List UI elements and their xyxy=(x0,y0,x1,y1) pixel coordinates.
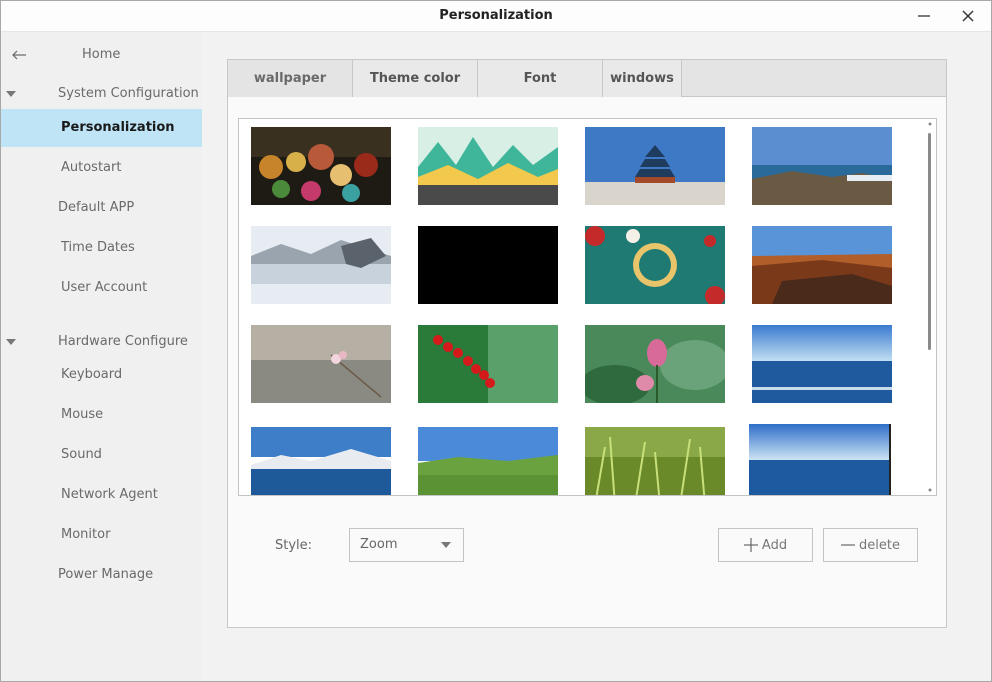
sidebar-group-label: System Configuration xyxy=(58,86,199,101)
sidebar-item-label: Personalization xyxy=(61,120,175,135)
sidebar-group-system[interactable]: System Configuration xyxy=(1,75,202,113)
tab-bar: wallpaper Theme color Font windows xyxy=(228,60,946,97)
minimize-icon xyxy=(918,15,930,17)
wallpaper-thumb-green-hills[interactable] xyxy=(418,127,558,205)
wallpaper-thumb-black[interactable] xyxy=(418,226,558,304)
back-arrow-icon[interactable] xyxy=(11,49,27,61)
sidebar-item-label: Monitor xyxy=(61,527,111,542)
sidebar-item-keyboard[interactable]: Keyboard xyxy=(1,356,202,394)
sidebar-item-label: Autostart xyxy=(61,160,122,175)
wallpaper-thumb-rocky-coast[interactable] xyxy=(752,127,892,205)
sidebar-item-personalization[interactable]: Personalization xyxy=(1,109,202,147)
title-bar: Personalization xyxy=(1,1,991,32)
gallery-scrollbar[interactable] xyxy=(926,121,934,493)
close-icon xyxy=(962,10,974,22)
sidebar-item-label: Network Agent xyxy=(61,487,158,502)
tab-font[interactable]: Font xyxy=(478,60,603,97)
sidebar-item-label: Time Dates xyxy=(61,240,135,255)
sidebar-home[interactable]: Home xyxy=(1,36,202,74)
tab-wallpaper[interactable]: wallpaper xyxy=(228,60,353,97)
delete-button-label: delete xyxy=(859,537,900,553)
wallpaper-thumb-lanterns[interactable] xyxy=(251,127,391,205)
scroll-thumb[interactable] xyxy=(928,133,931,350)
sidebar-item-label: Keyboard xyxy=(61,367,123,382)
collapse-triangle-icon xyxy=(6,91,16,97)
chevron-down-icon xyxy=(441,542,451,548)
wallpaper-thumb-blue-sea[interactable] xyxy=(749,424,891,495)
wallpaper-thumb-meadow[interactable] xyxy=(418,427,558,495)
wallpaper-thumb-blossom[interactable] xyxy=(251,325,391,403)
sidebar-item-power-manage[interactable]: Power Manage xyxy=(1,556,202,594)
personalization-window: Personalization Home System Configuratio… xyxy=(0,0,992,682)
delete-button[interactable]: delete xyxy=(823,528,918,562)
wallpaper-thumb-lotus[interactable] xyxy=(585,325,725,403)
style-label: Style: xyxy=(275,538,313,553)
sidebar-item-time-dates[interactable]: Time Dates xyxy=(1,229,202,267)
sidebar: Home System Configuration Personalizatio… xyxy=(1,32,202,681)
personalization-panel: wallpaper Theme color Font windows Style… xyxy=(227,59,947,628)
wallpaper-thumb-ocean-horizon[interactable] xyxy=(752,325,892,403)
sidebar-item-user-account[interactable]: User Account xyxy=(1,269,202,307)
sidebar-item-autostart[interactable]: Autostart xyxy=(1,149,202,187)
tab-windows[interactable]: windows xyxy=(603,60,682,97)
sidebar-item-mouse[interactable]: Mouse xyxy=(1,396,202,434)
add-button-label: Add xyxy=(761,537,788,553)
tab-theme-color[interactable]: Theme color xyxy=(353,60,478,97)
wallpaper-thumb-grass[interactable] xyxy=(585,427,725,495)
scroll-up-icon xyxy=(928,122,932,126)
content-area: wallpaper Theme color Font windows Style… xyxy=(202,32,991,681)
wallpaper-thumb-mountain-lake[interactable] xyxy=(251,427,391,495)
plus-icon xyxy=(743,538,758,552)
sidebar-item-label: User Account xyxy=(61,280,148,295)
sidebar-item-network-agent[interactable]: Network Agent xyxy=(1,476,202,514)
wallpaper-thumb-new-year[interactable] xyxy=(585,226,725,304)
style-dropdown[interactable]: Zoom xyxy=(349,528,464,562)
wallpaper-thumb-canyon[interactable] xyxy=(752,226,892,304)
style-dropdown-value: Zoom xyxy=(360,537,398,552)
minus-icon xyxy=(841,544,856,546)
wallpaper-thumb-temple[interactable] xyxy=(585,127,725,205)
sidebar-item-monitor[interactable]: Monitor xyxy=(1,516,202,554)
close-button[interactable] xyxy=(955,4,981,28)
sidebar-item-default-app[interactable]: Default APP xyxy=(1,189,202,227)
sidebar-item-sound[interactable]: Sound xyxy=(1,436,202,474)
wallpaper-thumb-berries[interactable] xyxy=(418,325,558,403)
collapse-triangle-icon xyxy=(6,339,16,345)
wallpaper-gallery xyxy=(238,118,937,496)
sidebar-home-label: Home xyxy=(82,47,121,62)
window-title: Personalization xyxy=(439,8,553,23)
wallpaper-thumb-snowy-lake[interactable] xyxy=(251,226,391,304)
minimize-button[interactable] xyxy=(911,4,937,28)
sidebar-item-label: Mouse xyxy=(61,407,104,422)
sidebar-item-label: Power Manage xyxy=(58,567,154,582)
scroll-down-icon xyxy=(928,488,932,492)
sidebar-item-label: Default APP xyxy=(58,200,135,215)
sidebar-item-label: Sound xyxy=(61,447,102,462)
add-button[interactable]: Add xyxy=(718,528,813,562)
